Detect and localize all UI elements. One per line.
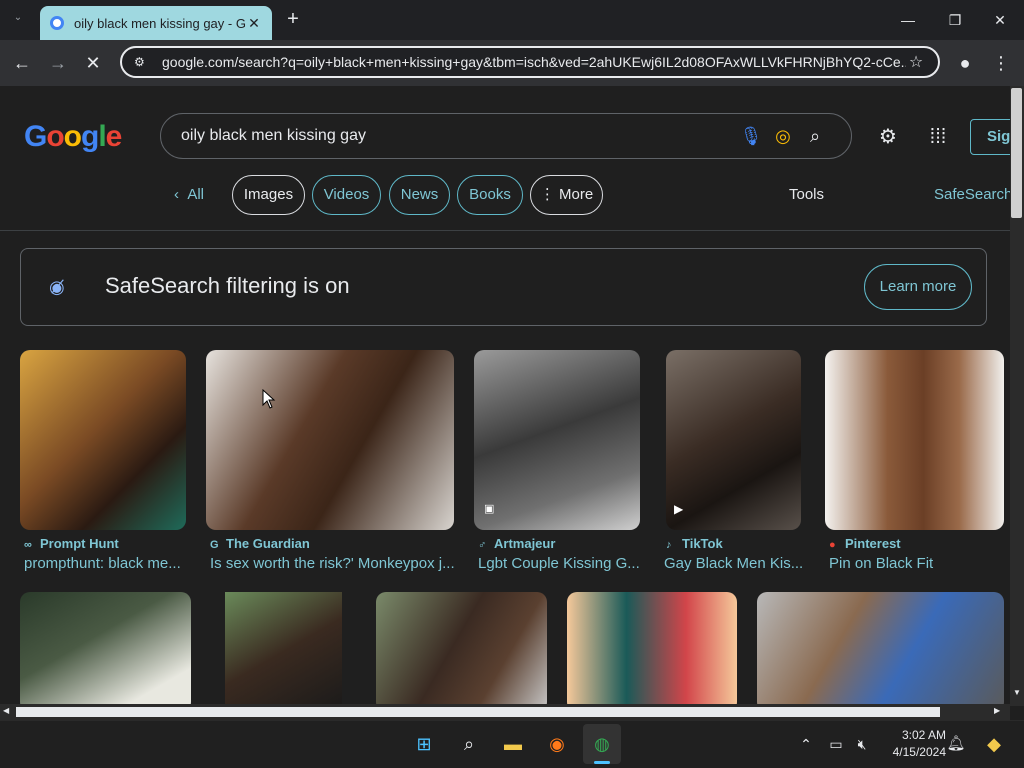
bookmark-star-icon[interactable]: ☆ — [906, 52, 926, 72]
clock-date[interactable]: 4/15/2024 — [866, 745, 946, 759]
file-explorer-icon[interactable]: ▬ — [499, 730, 527, 758]
address-bar[interactable]: ⚙ google.com/search?q=oily+black+men+kis… — [120, 46, 940, 78]
url-text[interactable]: google.com/search?q=oily+black+men+kissi… — [162, 54, 906, 70]
result-source-2[interactable]: G The Guardian — [210, 536, 310, 551]
all-label: All — [187, 186, 205, 203]
site-info-icon[interactable]: ⚙ — [134, 55, 150, 69]
chip-more[interactable]: ⋮ More — [530, 175, 603, 215]
apps-grid-icon[interactable]: ⁞⁞⁞ — [925, 124, 951, 150]
chevron-left-icon: ‹ — [174, 186, 188, 203]
tab-search-icon[interactable]: ⌄ — [10, 12, 26, 28]
copilot-icon[interactable]: ◆ — [980, 730, 1008, 758]
microphone-icon[interactable]: 🎙︎ — [735, 126, 767, 147]
tab-close-icon[interactable]: ✕ — [246, 15, 262, 32]
result-caption-2[interactable]: Is sex worth the risk?' Monkeypox j... — [210, 555, 454, 572]
video-play-icon: ▶ — [674, 502, 684, 516]
google-lens-icon[interactable]: ◎ — [767, 126, 799, 147]
safesearch-link[interactable]: SafeSearch — [934, 186, 1010, 203]
image-result-4[interactable]: ▶ — [666, 350, 801, 530]
chip-books[interactable]: Books — [457, 175, 523, 215]
horizontal-scrollbar-thumb[interactable] — [16, 707, 940, 717]
settings-gear-icon[interactable]: ⚙ — [875, 124, 901, 150]
close-window-button[interactable]: ✕ — [988, 8, 1012, 32]
guardian-g-icon: G — [210, 539, 219, 551]
taskbar-search-icon[interactable]: ⌕ — [455, 730, 483, 758]
profile-icon[interactable]: ● — [952, 50, 978, 76]
stop-loading-icon[interactable]: ✕ — [80, 50, 106, 76]
image-result-8[interactable] — [376, 592, 547, 706]
vertical-scrollbar-thumb[interactable] — [1011, 88, 1022, 218]
binoculars-icon: ∞ — [24, 539, 32, 551]
search-box[interactable]: oily black men kissing gay 🎙︎ ◎ ⌕ — [160, 113, 852, 159]
scroll-right-arrow-icon[interactable]: ▶ — [994, 706, 1000, 715]
image-result-10[interactable] — [757, 592, 1004, 706]
artmajeur-icon: ♂ — [478, 539, 487, 551]
image-result-1[interactable] — [20, 350, 186, 530]
image-result-9[interactable] — [567, 592, 737, 706]
result-caption-1[interactable]: prompthunt: black me... — [24, 555, 184, 572]
result-source-4[interactable]: ♪ TikTok — [666, 536, 723, 551]
scroll-left-arrow-icon[interactable]: ◀ — [3, 706, 9, 715]
google-favicon-icon — [50, 16, 64, 30]
forward-arrow-icon[interactable]: → — [45, 50, 71, 76]
image-result-3[interactable]: ▣ — [474, 350, 640, 530]
clock-time[interactable]: 3:02 AM — [866, 728, 946, 742]
image-result-6[interactable] — [20, 592, 191, 706]
maximize-button[interactable]: ❐ — [943, 8, 967, 32]
tiktok-icon: ♪ — [666, 539, 672, 551]
mouse-cursor-icon — [262, 389, 276, 409]
chrome-taskbar-icon[interactable]: ◍ — [583, 724, 621, 764]
safesearch-banner: ◉̸ SafeSearch filtering is on Learn more — [20, 248, 987, 326]
minimize-button[interactable]: — — [896, 8, 920, 32]
scroll-down-arrow-icon[interactable]: ▼ — [1011, 688, 1023, 697]
all-results-link[interactable]: ‹ All — [174, 186, 204, 203]
image-badge-icon: ▣ — [484, 503, 495, 515]
pinterest-icon: ● — [829, 539, 836, 551]
sign-in-button[interactable]: Sig — [970, 119, 1010, 155]
result-source-3[interactable]: ♂ Artmajeur — [478, 536, 555, 551]
chip-images[interactable]: Images — [232, 175, 305, 215]
tools-button[interactable]: Tools — [789, 186, 824, 203]
tab-title: oily black men kissing gay - Go — [74, 15, 246, 31]
show-hidden-icons-chevron-icon[interactable]: ⌃ — [792, 730, 820, 758]
google-images-page: Google oily black men kissing gay 🎙︎ ◎ ⌕… — [0, 86, 1010, 706]
firefox-icon[interactable]: ◉ — [543, 730, 571, 758]
image-result-2[interactable] — [206, 350, 454, 530]
result-source-5[interactable]: ● Pinterest — [829, 536, 901, 551]
browser-tab[interactable]: oily black men kissing gay - Go ✕ — [40, 6, 272, 40]
result-caption-4[interactable]: Gay Black Men Kis... — [664, 555, 804, 572]
notification-bell-icon[interactable]: 🔔︎ — [942, 730, 970, 758]
image-result-5[interactable] — [825, 350, 1004, 530]
google-doodle-logo[interactable]: Google — [24, 120, 122, 154]
back-arrow-icon[interactable]: ← — [9, 50, 35, 76]
safesearch-title: SafeSearch filtering is on — [105, 273, 350, 298]
header-divider — [0, 230, 1010, 231]
network-icon[interactable]: ▭ — [822, 730, 850, 758]
search-input[interactable]: oily black men kissing gay — [181, 127, 735, 145]
new-tab-button[interactable]: + — [282, 8, 304, 30]
active-app-indicator — [594, 761, 610, 764]
eye-off-icon: ◉̸ — [49, 277, 65, 297]
chip-news[interactable]: News — [389, 175, 450, 215]
image-result-7[interactable] — [225, 592, 342, 706]
chrome-menu-icon[interactable]: ⋮ — [988, 50, 1014, 76]
search-icon[interactable]: ⌕ — [799, 126, 831, 147]
result-caption-5[interactable]: Pin on Black Fit — [829, 555, 1004, 572]
learn-more-button[interactable]: Learn more — [864, 264, 972, 310]
result-source-1[interactable]: ∞ Prompt Hunt — [24, 536, 119, 551]
chip-videos[interactable]: Videos — [312, 175, 381, 215]
windows-start-icon[interactable]: ⊞ — [410, 730, 438, 758]
result-caption-3[interactable]: Lgbt Couple Kissing G... — [478, 555, 640, 572]
